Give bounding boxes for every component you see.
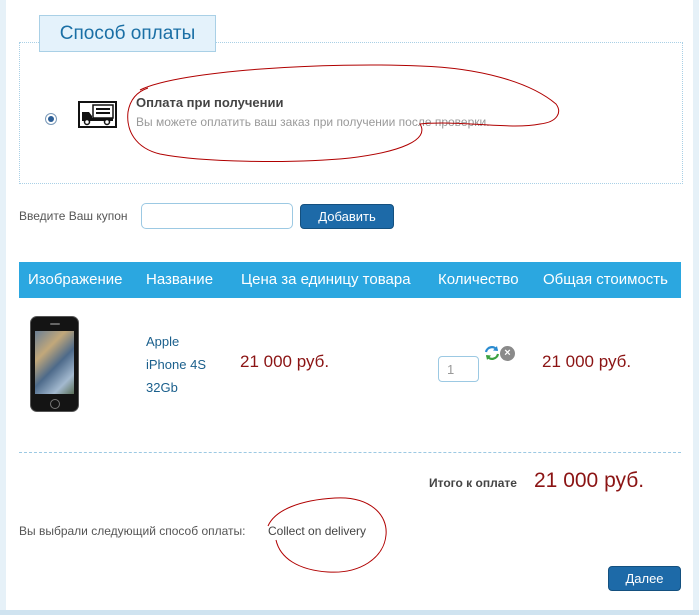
product-name-line-2[interactable]: iPhone 4S: [146, 357, 206, 372]
remove-icon[interactable]: ×: [500, 346, 515, 361]
next-button[interactable]: Далее: [608, 566, 681, 591]
product-name-line-1[interactable]: Apple: [146, 334, 179, 349]
payment-method-description: Вы можете оплатить ваш заказ при получен…: [136, 115, 490, 129]
coupon-input[interactable]: [141, 203, 293, 229]
payment-method-panel: [19, 42, 683, 184]
column-header-unit-price: Цена за единицу товара: [241, 271, 411, 288]
total-value: 21 000 руб.: [534, 469, 645, 492]
refresh-icon[interactable]: [484, 345, 500, 361]
section-title: Способ оплаты: [39, 15, 216, 52]
truck-icon: [78, 101, 117, 128]
row-total-price: 21 000 руб.: [542, 352, 632, 371]
page-frame-right: [693, 0, 699, 615]
payment-method-radio[interactable]: [45, 113, 57, 125]
divider: [19, 452, 681, 453]
product-name-line-3[interactable]: 32Gb: [146, 380, 178, 395]
column-header-name: Название: [146, 271, 214, 288]
payment-method-title: Оплата при получении: [136, 95, 284, 110]
product-image[interactable]: [30, 316, 79, 412]
column-header-image: Изображение: [28, 271, 123, 288]
cart-table-header: Изображение Название Цена за единицу тов…: [19, 262, 681, 298]
column-header-total: Общая стоимость: [543, 271, 668, 288]
chosen-method-value: Collect on delivery: [268, 524, 367, 538]
quantity-input[interactable]: [438, 356, 479, 382]
chosen-method-label: Вы выбрали следующий способ оплаты:: [19, 524, 246, 538]
add-coupon-button[interactable]: Добавить: [300, 204, 394, 229]
unit-price: 21 000 руб.: [240, 352, 330, 371]
coupon-label: Введите Ваш купон: [19, 209, 128, 223]
page-frame-bottom: [0, 610, 699, 615]
total-label: Итого к оплате: [429, 476, 517, 490]
page-frame-left: [0, 0, 6, 615]
column-header-quantity: Количество: [438, 271, 519, 288]
